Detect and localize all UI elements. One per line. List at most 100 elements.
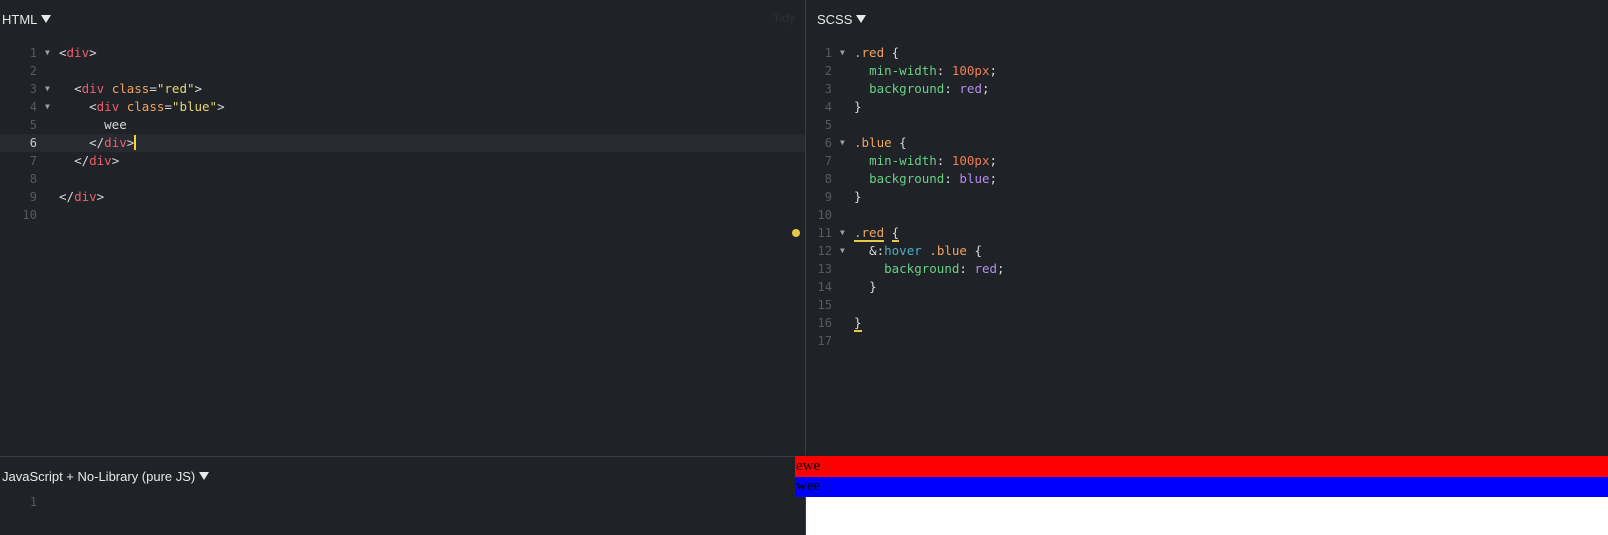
code-line: 5 bbox=[806, 116, 1608, 134]
fold-arrow-icon[interactable]: ▼ bbox=[45, 98, 50, 116]
js-pane-header[interactable]: JavaScript + No-Library (pure JS) bbox=[2, 467, 210, 485]
code-text: &:hover .blue { bbox=[869, 243, 982, 258]
code-line: 15 bbox=[806, 296, 1608, 314]
code-text: } bbox=[854, 315, 862, 332]
code-text: .red { bbox=[854, 225, 900, 242]
fold-arrow-icon[interactable]: ▼ bbox=[840, 44, 845, 62]
code-text: min-width: 100px; bbox=[869, 153, 998, 168]
text-cursor bbox=[134, 135, 137, 150]
code-line: 3 ▼ <div class="red"> bbox=[0, 80, 805, 98]
line-number: 1 bbox=[29, 46, 37, 60]
fold-arrow-icon[interactable]: ▼ bbox=[840, 134, 845, 152]
code-line: 8 background: blue; bbox=[806, 170, 1608, 188]
line-number: 4 bbox=[824, 100, 832, 114]
code-line: 10 bbox=[806, 206, 1608, 224]
blue-div-preview[interactable] bbox=[795, 477, 1608, 497]
line-number: 3 bbox=[824, 82, 832, 96]
line-number: 6 bbox=[29, 136, 37, 150]
fold-arrow-icon[interactable]: ▼ bbox=[840, 242, 845, 260]
code-text: background: red; bbox=[884, 261, 1005, 276]
line-number: 9 bbox=[29, 190, 37, 204]
line-number: 17 bbox=[817, 334, 832, 348]
code-text: </div> bbox=[74, 153, 120, 168]
dropdown-caret-icon[interactable] bbox=[199, 472, 210, 480]
code-line: 9 </div> bbox=[0, 188, 805, 206]
code-line: 11 ▼ .red { bbox=[792, 224, 1608, 242]
code-text: <div> bbox=[59, 45, 97, 60]
code-line: 9} bbox=[806, 188, 1608, 206]
code-line: 13 background: red; bbox=[806, 260, 1608, 278]
line-number: 8 bbox=[29, 172, 37, 186]
code-line: 12 ▼ &:hover .blue { bbox=[806, 242, 1608, 260]
code-text: <div class="blue"> bbox=[89, 99, 225, 114]
line-number: 12 bbox=[817, 244, 832, 258]
red-div-preview[interactable] bbox=[795, 456, 1608, 477]
scss-code-editor[interactable]: 1 ▼ .red { 2 min-width: 100px; 3 backgroun… bbox=[792, 44, 1608, 350]
line-number: 1 bbox=[824, 46, 832, 60]
code-line: 1 ▼ <div> bbox=[0, 44, 805, 62]
html-pane-title: HTML bbox=[2, 11, 38, 27]
code-text: min-width: 100px; bbox=[869, 63, 998, 78]
fold-arrow-icon[interactable]: ▼ bbox=[840, 224, 845, 242]
code-text: .red { bbox=[854, 45, 900, 60]
code-text: </div> bbox=[59, 189, 105, 204]
html-pane-header[interactable]: HTML bbox=[2, 10, 52, 28]
code-text: } bbox=[854, 99, 862, 114]
line-number: 7 bbox=[29, 154, 37, 168]
dropdown-caret-icon[interactable] bbox=[41, 15, 52, 23]
code-text: .blue { bbox=[854, 135, 907, 150]
line-number: 4 bbox=[29, 100, 37, 114]
code-text: } bbox=[854, 189, 862, 204]
code-line: 8 bbox=[0, 170, 805, 188]
warning-dot-icon[interactable] bbox=[792, 229, 800, 237]
line-number: 10 bbox=[22, 208, 37, 222]
js-pane-title: JavaScript + No-Library (pure JS) bbox=[2, 468, 196, 484]
line-number: 5 bbox=[824, 118, 832, 132]
line-number: 15 bbox=[817, 298, 832, 312]
code-line: 10 bbox=[0, 206, 805, 224]
code-line: 1 bbox=[0, 493, 805, 511]
code-line-active: 6 </div> bbox=[0, 134, 805, 152]
scss-pane-header[interactable]: SCSS bbox=[817, 10, 867, 28]
fold-arrow-icon[interactable]: ▼ bbox=[45, 44, 50, 62]
dropdown-caret-icon[interactable] bbox=[856, 15, 867, 23]
line-number: 10 bbox=[817, 208, 832, 222]
code-text: background: blue; bbox=[869, 171, 998, 186]
line-number: 16 bbox=[817, 316, 832, 330]
code-line: 2 min-width: 100px; bbox=[806, 62, 1608, 80]
line-number: 3 bbox=[29, 82, 37, 96]
line-number: 13 bbox=[817, 262, 832, 276]
code-text: </div> bbox=[89, 135, 137, 150]
line-number: 2 bbox=[824, 64, 832, 78]
javascript-editor-pane: JavaScript + No-Library (pure JS) 1 bbox=[0, 456, 806, 535]
code-text: background: red; bbox=[869, 81, 990, 96]
html-code-editor[interactable]: 1 ▼ <div> 2 3 ▼ <div class="red"> 4 ▼ <div c… bbox=[0, 44, 805, 224]
code-line: 5 wee bbox=[0, 116, 805, 134]
code-line: 2 bbox=[0, 62, 805, 80]
code-line: 17 bbox=[806, 332, 1608, 350]
code-line: 7 </div> bbox=[0, 152, 805, 170]
line-number: 11 bbox=[817, 226, 832, 240]
line-number: 6 bbox=[824, 136, 832, 150]
line-number: 14 bbox=[817, 280, 832, 294]
fold-arrow-icon[interactable]: ▼ bbox=[45, 80, 50, 98]
code-text: <div class="red"> bbox=[74, 81, 203, 96]
code-line: 4} bbox=[806, 98, 1608, 116]
code-text: wee bbox=[104, 117, 127, 132]
html-editor-pane: HTML Tidy 1 ▼ <div> 2 3 ▼ <div class="red">… bbox=[0, 0, 806, 455]
code-text: } bbox=[869, 279, 877, 294]
tidy-button[interactable]: Tidy bbox=[773, 11, 795, 25]
code-line: 14 } bbox=[806, 278, 1608, 296]
line-number: 7 bbox=[824, 154, 832, 168]
code-line: 7 min-width: 100px; bbox=[806, 152, 1608, 170]
line-number: 1 bbox=[29, 495, 37, 509]
code-line: 1 ▼ .red { bbox=[806, 44, 1608, 62]
code-line: 6 ▼ .blue { bbox=[806, 134, 1608, 152]
scss-pane-title: SCSS bbox=[817, 11, 853, 27]
line-number: 5 bbox=[29, 118, 37, 132]
line-number: 9 bbox=[824, 190, 832, 204]
line-number: 8 bbox=[824, 172, 832, 186]
js-code-editor[interactable]: 1 bbox=[0, 493, 805, 511]
scss-editor-pane: SCSS 1 ▼ .red { 2 min-width: 100px; 3 back… bbox=[792, 0, 1608, 455]
code-line: 16} bbox=[806, 314, 1608, 332]
